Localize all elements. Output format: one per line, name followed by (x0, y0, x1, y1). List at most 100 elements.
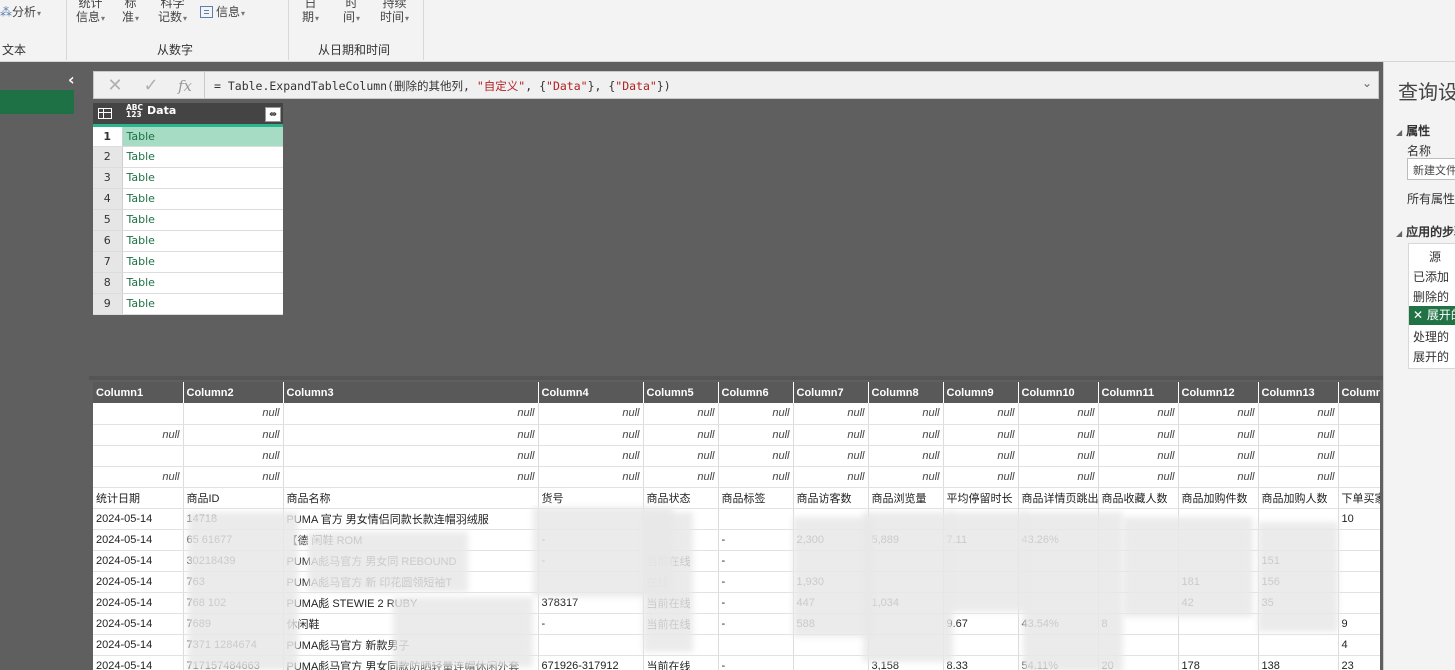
table-cell[interactable]: null (868, 424, 944, 446)
preview-column-header[interactable]: Column5 (643, 382, 719, 403)
row-number[interactable]: 1 (93, 125, 123, 147)
table-cell[interactable]: null (538, 466, 644, 488)
table-cell[interactable]: - (538, 613, 644, 635)
table-cell[interactable]: null (1098, 466, 1179, 488)
applied-step-selected[interactable]: ✕ 展开的 (1409, 306, 1455, 325)
preview-column-header[interactable]: Column1 (93, 382, 184, 403)
table-cell[interactable]: null (183, 403, 284, 425)
table-cell[interactable]: null (718, 445, 794, 467)
applied-step[interactable]: 源 (1429, 248, 1441, 265)
table-cell[interactable]: 商品ID (183, 487, 284, 509)
row-number[interactable]: 2 (93, 146, 123, 168)
table-row[interactable]: 4 Table (93, 188, 283, 210)
time-button[interactable]: 时 间▾ (343, 0, 360, 26)
table-cell[interactable]: 统计日期 (93, 487, 184, 509)
confirm-check-icon[interactable]: ✓ (136, 75, 166, 97)
table-cell[interactable]: 商品加购人数 (1258, 487, 1339, 509)
table-cell[interactable]: 商品状态 (643, 487, 719, 509)
table-cell[interactable]: null (538, 403, 644, 425)
row-number[interactable]: 6 (93, 230, 123, 252)
row-number[interactable]: 9 (93, 293, 123, 315)
table-row[interactable]: 9 Table (93, 293, 283, 315)
table-cell[interactable] (718, 508, 794, 530)
table-cell[interactable]: 138 (1258, 655, 1339, 670)
table-cell[interactable]: null (718, 424, 794, 446)
table-cell[interactable] (718, 634, 794, 656)
table-cell[interactable]: 商品访客数 (793, 487, 869, 509)
table-cell[interactable]: null (643, 424, 719, 446)
table-cell[interactable]: null (793, 403, 869, 425)
table-row[interactable]: 8 Table (93, 272, 283, 294)
table-cell[interactable]: null (793, 466, 869, 488)
row-number[interactable]: 5 (93, 209, 123, 231)
preview-column-header[interactable]: Column12 (1178, 382, 1259, 403)
table-cell[interactable] (1338, 445, 1380, 467)
table-cell[interactable]: - (718, 571, 794, 593)
analysis-button[interactable]: ⁂分析▾ (0, 5, 41, 21)
selected-query-item[interactable] (0, 90, 74, 114)
table-cell[interactable]: 178 (1178, 655, 1259, 670)
table-cell[interactable]: null (943, 403, 1019, 425)
table-cell[interactable]: 下单买家 (1338, 487, 1380, 509)
preview-column-header[interactable]: Column3 (283, 382, 539, 403)
expand-column-icon[interactable]: ⇹ (265, 107, 281, 123)
table-cell[interactable]: 2024-05-14 (93, 508, 184, 530)
table-cell[interactable]: null (283, 466, 539, 488)
table-row[interactable]: 5 Table (93, 209, 283, 231)
table-cell[interactable]: null (538, 445, 644, 467)
table-cell[interactable]: null (283, 403, 539, 425)
row-number[interactable]: 7 (93, 251, 123, 273)
preview-column-header[interactable]: Column13 (1258, 382, 1339, 403)
table-cell[interactable]: 平均停留时长 (943, 487, 1019, 509)
table-cell[interactable]: null (718, 403, 794, 425)
delete-step-icon[interactable]: ✕ (1413, 308, 1427, 322)
table-cell[interactable]: null (1178, 445, 1259, 467)
preview-column-header[interactable]: Column4 (538, 382, 644, 403)
applied-steps-section-header[interactable]: ◢应用的步骤 (1396, 223, 1455, 240)
table-cell[interactable]: - (718, 613, 794, 635)
table-cell[interactable]: - (718, 529, 794, 551)
table-cell[interactable]: null (1098, 424, 1179, 446)
table-cell-link[interactable]: Table (122, 293, 283, 315)
table-cell[interactable]: null (868, 403, 944, 425)
applied-step[interactable]: 已添加 (1413, 268, 1449, 285)
table-cell-link[interactable]: Table (122, 251, 283, 273)
properties-section-header[interactable]: ◢ 属性 (1396, 122, 1430, 139)
table-cell[interactable] (1338, 571, 1380, 593)
table-cell[interactable] (1338, 529, 1380, 551)
table-cell[interactable]: null (283, 445, 539, 467)
table-cell[interactable]: null (718, 466, 794, 488)
fx-icon[interactable]: fx (170, 75, 200, 97)
table-cell[interactable]: null (1178, 424, 1259, 446)
table-cell[interactable]: null (1018, 445, 1099, 467)
collapse-chevron-icon[interactable]: ‹ (68, 70, 75, 89)
table-cell-link[interactable]: Table (122, 146, 283, 168)
table-cell[interactable]: null (1018, 424, 1099, 446)
table-cell[interactable]: null (943, 445, 1019, 467)
table-cell[interactable]: null (868, 445, 944, 467)
row-number[interactable]: 4 (93, 188, 123, 210)
table-cell[interactable]: - (718, 550, 794, 572)
table-cell[interactable]: 9 (1338, 613, 1380, 635)
applied-step[interactable]: 删除的 (1413, 288, 1449, 305)
table-row[interactable]: 1 Table (93, 125, 283, 147)
table-cell[interactable]: 商品标签 (718, 487, 794, 509)
expand-formula-chevron-icon[interactable]: ⌄ (1362, 76, 1372, 90)
table-cell[interactable]: 23 (1338, 655, 1380, 670)
standard-button[interactable]: 标 准▾ (122, 0, 139, 26)
table-cell[interactable]: null (1098, 403, 1179, 425)
table-cell[interactable]: null (283, 424, 539, 446)
table-menu[interactable] (93, 103, 122, 125)
table-cell[interactable]: 671926-317912 (538, 655, 644, 670)
table-cell[interactable]: 商品详情页跳出 (1018, 487, 1099, 509)
table-cell[interactable]: null (1018, 466, 1099, 488)
preview-column-header[interactable]: Column6 (718, 382, 794, 403)
table-cell[interactable] (1338, 592, 1380, 614)
table-cell[interactable]: 2024-05-14 (93, 550, 184, 572)
table-cell[interactable]: null (93, 466, 184, 488)
applied-step[interactable]: 处理的 (1413, 328, 1449, 345)
table-cell[interactable]: 10 (1338, 508, 1380, 530)
column-header-data[interactable]: ABC 123 Data ⇹ (122, 103, 283, 125)
table-cell[interactable]: - (718, 655, 794, 670)
row-number[interactable]: 8 (93, 272, 123, 294)
